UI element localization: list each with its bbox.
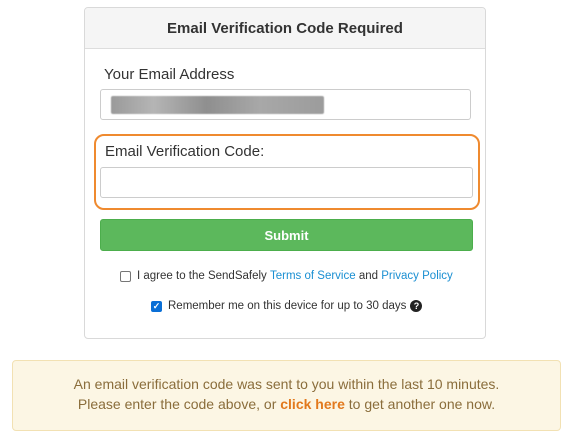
redacted-email-value: [111, 96, 324, 114]
notice-line-2: Please enter the code above, or click he…: [13, 394, 560, 414]
page: Email Verification Code Required Your Em…: [0, 0, 573, 448]
remember-checkbox[interactable]: ✓: [151, 300, 162, 312]
notice-line-1: An email verification code was sent to y…: [73, 376, 500, 392]
agree-checkbox[interactable]: [120, 270, 131, 282]
agree-prefix: I agree to the SendSafely: [137, 270, 267, 282]
verification-card: Email Verification Code Required Your Em…: [84, 7, 486, 339]
submit-button[interactable]: Submit: [100, 219, 473, 251]
verification-notice: An email verification code was sent to y…: [12, 360, 561, 431]
question-circle-icon[interactable]: ?: [410, 300, 423, 312]
card-title: Email Verification Code Required: [85, 8, 485, 49]
notice-line-2-suffix: to get another one now.: [348, 396, 496, 412]
terms-of-service-link[interactable]: Terms of Service: [270, 270, 356, 282]
remember-row: ✓ Remember me on this device for up to 3…: [151, 300, 423, 312]
code-label: Email Verification Code:: [105, 143, 265, 160]
checkmark-icon: ✓: [152, 300, 161, 311]
verification-code-input[interactable]: [100, 167, 473, 198]
notice-line-2-prefix: Please enter the code above, or: [77, 396, 277, 412]
remember-label: Remember me on this device for up to 30 …: [168, 300, 407, 312]
email-field[interactable]: [100, 89, 471, 120]
privacy-policy-link[interactable]: Privacy Policy: [381, 270, 453, 282]
agree-and: and: [358, 270, 379, 282]
resend-code-link[interactable]: click here: [280, 396, 345, 412]
agree-row: I agree to the SendSafely Terms of Servi…: [120, 270, 453, 282]
email-label: Your Email Address: [104, 66, 235, 83]
